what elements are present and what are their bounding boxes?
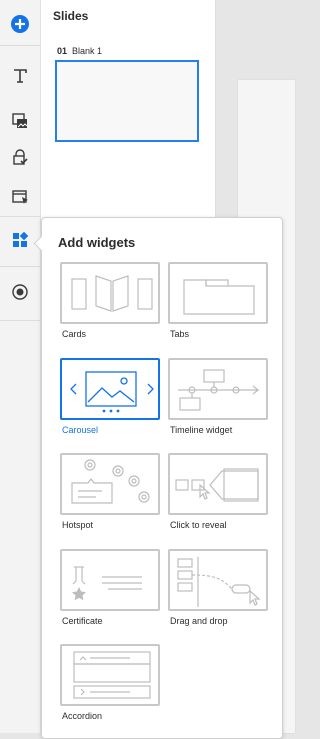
widget-tabs[interactable]: Tabs	[168, 262, 268, 340]
toolbar-divider	[0, 266, 40, 267]
widget-hotspot[interactable]: Hotspot	[60, 453, 160, 531]
widget-accordion[interactable]: Accordion	[60, 644, 160, 722]
widget-click-to-reveal[interactable]: Click to reveal	[168, 453, 268, 531]
widget-timeline[interactable]: Timeline widget	[168, 358, 268, 436]
record-icon[interactable]	[6, 278, 34, 306]
cards-thumbnail-icon	[60, 262, 160, 324]
carousel-thumbnail-icon	[60, 358, 160, 420]
toolbar-divider	[0, 45, 40, 46]
widget-label: Accordion	[62, 711, 103, 721]
widget-label: Carousel	[62, 425, 99, 435]
add-icon[interactable]	[6, 10, 34, 38]
toolbar-divider	[0, 216, 40, 217]
timeline-thumbnail-icon	[168, 358, 268, 420]
slides-panel-title: Slides	[53, 9, 89, 23]
widget-label: Drag and drop	[170, 616, 228, 626]
widget-label: Cards	[62, 329, 87, 339]
slide-number: 01	[57, 46, 68, 56]
interactions-icon[interactable]	[6, 144, 34, 172]
widget-carousel[interactable]: Carousel	[60, 358, 160, 436]
text-icon[interactable]	[6, 62, 34, 90]
click-to-reveal-thumbnail-icon	[168, 453, 268, 515]
widget-label: Timeline widget	[170, 425, 233, 435]
widget-certificate[interactable]: Certificate	[60, 549, 160, 627]
slide-name: Blank 1	[72, 46, 103, 56]
toolbar-divider	[0, 320, 40, 321]
popover-title: Add widgets	[58, 235, 136, 250]
widget-label: Click to reveal	[170, 520, 227, 530]
media-icon[interactable]	[6, 107, 34, 135]
widgets-icon[interactable]	[6, 226, 34, 254]
add-widgets-popover: Add widgets Cards Tabs Carousel Timeline…	[33, 217, 283, 739]
widget-label: Hotspot	[62, 520, 94, 530]
slide-thumbnail[interactable]	[55, 60, 199, 142]
widget-label: Certificate	[62, 616, 103, 626]
quiz-icon[interactable]	[6, 183, 34, 211]
widget-label: Tabs	[170, 329, 190, 339]
accordion-thumbnail-icon	[60, 644, 160, 706]
widget-drag-and-drop[interactable]: Drag and drop	[168, 549, 268, 627]
tabs-thumbnail-icon	[168, 262, 268, 324]
left-toolbar	[0, 0, 41, 733]
hotspot-thumbnail-icon	[60, 453, 160, 515]
drag-and-drop-thumbnail-icon	[168, 549, 268, 611]
certificate-thumbnail-icon	[60, 549, 160, 611]
widget-cards[interactable]: Cards	[60, 262, 160, 340]
